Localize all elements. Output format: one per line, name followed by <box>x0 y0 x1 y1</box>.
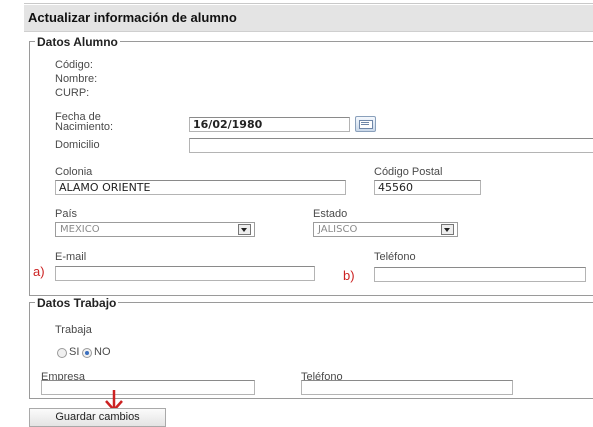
codigo-postal-label: Código Postal <box>374 166 443 178</box>
estado-select[interactable]: JALISCO <box>313 222 458 237</box>
email-input[interactable] <box>55 266 315 281</box>
domicilio-input[interactable] <box>189 138 593 153</box>
trabaja-no-radio[interactable] <box>82 348 92 358</box>
telefono-input[interactable] <box>374 267 586 282</box>
colonia-input[interactable]: ALAMO ORIENTE <box>55 180 346 195</box>
trabajo-telefono-input[interactable] <box>301 380 513 395</box>
fecha-nacimiento-input[interactable]: 16/02/1980 <box>189 117 350 132</box>
work-data-legend: Datos Trabajo <box>35 296 119 310</box>
pais-select[interactable]: MEXICO <box>55 222 255 237</box>
trabaja-si-label: SI <box>69 346 80 358</box>
top-divider <box>24 3 593 4</box>
codigo-postal-input[interactable]: 45560 <box>374 180 481 195</box>
fecha-label: Fecha de Nacimiento: <box>55 112 114 133</box>
codigo-label: Código: <box>55 59 93 71</box>
annotation-b: b) <box>343 268 355 283</box>
fecha-label-line2: Nacimiento: <box>55 121 114 133</box>
chevron-down-icon[interactable] <box>238 224 251 235</box>
annotation-a: a) <box>33 264 45 279</box>
pais-selected-value: MEXICO <box>60 224 100 235</box>
estado-label: Estado <box>313 208 348 220</box>
curp-label: CURP: <box>55 87 90 99</box>
colonia-label: Colonia <box>55 166 93 178</box>
domicilio-label: Domicilio <box>55 139 100 151</box>
nombre-label: Nombre: <box>55 73 98 85</box>
chevron-down-icon[interactable] <box>441 224 454 235</box>
page-title: Actualizar información de alumno <box>28 10 237 25</box>
page-header: Actualizar información de alumno <box>24 5 593 32</box>
trabaja-si-radio[interactable] <box>57 348 67 358</box>
empresa-input[interactable] <box>41 380 255 395</box>
trabaja-no-label: NO <box>94 346 111 358</box>
telefono-label: Teléfono <box>374 251 416 263</box>
student-data-legend: Datos Alumno <box>35 35 120 49</box>
save-button[interactable]: Guardar cambios <box>29 408 166 427</box>
pais-label: País <box>55 208 78 220</box>
estado-selected-value: JALISCO <box>318 224 358 235</box>
calendar-icon[interactable] <box>355 116 376 132</box>
trabaja-label: Trabaja <box>55 324 92 336</box>
email-label: E-mail <box>55 251 87 263</box>
student-data-fieldset <box>29 41 593 296</box>
